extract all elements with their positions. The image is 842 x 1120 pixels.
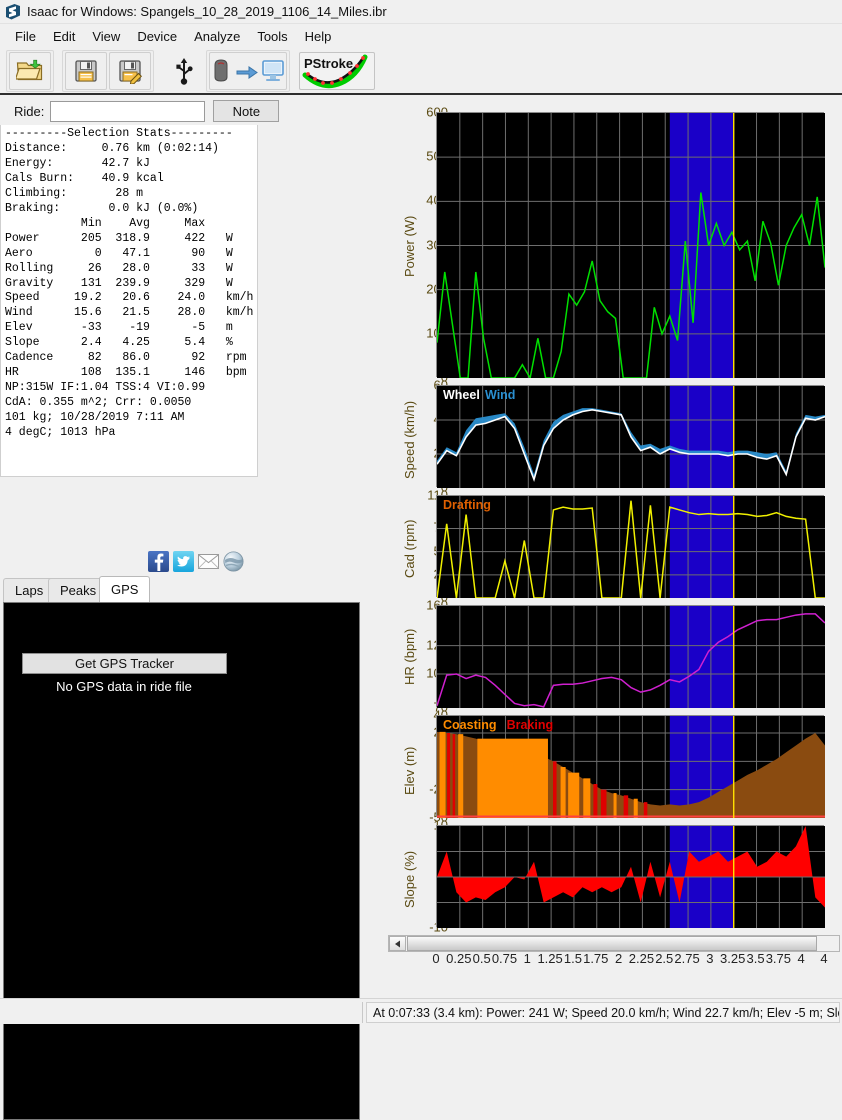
x-tick-label: 0.25 [446, 951, 471, 966]
legend-drafting: Drafting [443, 498, 491, 512]
menu-item-edit[interactable]: Edit [45, 27, 84, 46]
selection-stats-panel: ---------Selection Stats--------- Distan… [0, 125, 258, 477]
pstroke-button[interactable]: PStroke [299, 52, 375, 90]
ride-row: Ride: Note [0, 97, 366, 125]
get-gps-tracker-button[interactable]: Get GPS Tracker [22, 653, 227, 674]
floppy-disk-pencil-icon [117, 58, 143, 84]
x-tick-label: 2.75 [674, 951, 699, 966]
x-tick-label: 0 [432, 951, 439, 966]
isaac-main-window: Isaac for Windows: Spangels_10_28_2019_1… [0, 0, 842, 1024]
y-axis-label: Speed (km/h) [402, 401, 417, 479]
gps-panel: Get GPS Tracker No GPS data in ride file [3, 602, 360, 1120]
toolbar-group-file [6, 50, 54, 92]
selection-stats-text: ---------Selection Stats--------- Distan… [1, 125, 257, 441]
save-as-button[interactable] [109, 52, 151, 90]
menu-item-analyze[interactable]: Analyze [186, 27, 249, 46]
chart-horizontal-scrollbar[interactable] [388, 935, 840, 952]
scroll-left-arrow[interactable] [389, 936, 406, 951]
status-bar-left [0, 1002, 363, 1023]
status-bar-readout: At 0:07:33 (3.4 km): Power: 241 W; Speed… [366, 1002, 840, 1023]
slope-chart[interactable] [436, 825, 824, 927]
x-tick-label: 0.5 [473, 951, 491, 966]
floppy-disk-icon [73, 58, 99, 84]
left-pane: Ride: Note ---------Selection Stats-----… [0, 97, 366, 997]
toolbar: PStroke [0, 49, 842, 95]
toolbar-group-save [62, 50, 154, 92]
speed-chart[interactable]: Wheel Wind [436, 385, 824, 487]
x-tick-label: 2.5 [655, 951, 673, 966]
title-bar: Isaac for Windows: Spangels_10_28_2019_1… [0, 0, 842, 24]
x-tick-label: 4 [820, 951, 827, 966]
triangle-left-icon [394, 940, 402, 948]
facebook-icon[interactable] [148, 551, 169, 572]
download-from-device-button[interactable] [209, 52, 287, 90]
email-icon[interactable] [198, 551, 219, 572]
menu-item-file[interactable]: File [7, 27, 45, 46]
open-folder-icon [16, 58, 44, 84]
google-earth-icon[interactable] [223, 551, 244, 572]
legend-braking: Braking [507, 718, 554, 732]
chart-pane: 0100200300400500600Power (W)0204060Speed… [368, 97, 842, 998]
y-axis-label: Power (W) [402, 216, 417, 277]
open-file-button[interactable] [9, 52, 51, 90]
x-tick-label: 2.25 [629, 951, 654, 966]
isaac-logo-icon [4, 3, 22, 21]
x-tick-label: 1 [524, 951, 531, 966]
left-pane-tabs: Laps Peaks GPS [0, 576, 366, 602]
scroll-thumb[interactable] [407, 936, 817, 951]
x-tick-label: 3.75 [766, 951, 791, 966]
x-tick-label: 1.5 [564, 951, 582, 966]
toolbar-group-transfer [206, 50, 290, 92]
x-tick-label: 3 [706, 951, 713, 966]
x-tick-label: 4 [798, 951, 805, 966]
x-tick-label: 1.25 [537, 951, 562, 966]
y-axis-label: HR (bpm) [402, 628, 417, 684]
pstroke-logo-icon: PStroke [301, 53, 373, 89]
legend-coasting: Coasting [443, 718, 496, 732]
power-chart[interactable] [436, 112, 824, 377]
social-share-row [148, 549, 258, 573]
menu-item-help[interactable]: Help [297, 27, 341, 46]
usb-icon [174, 57, 194, 85]
ride-label: Ride: [14, 104, 44, 119]
x-tick-label: 3.5 [746, 951, 764, 966]
elevation-chart[interactable]: Coasting Braking [436, 715, 824, 817]
x-tick-label: 2 [615, 951, 622, 966]
save-button[interactable] [65, 52, 107, 90]
legend-wheel: Wheel [443, 388, 480, 402]
note-button[interactable]: Note [213, 100, 279, 122]
gps-status-message: No GPS data in ride file [4, 679, 244, 694]
usb-connect-button[interactable] [163, 52, 205, 90]
menu-item-device[interactable]: Device [129, 27, 186, 46]
window-title: Isaac for Windows: Spangels_10_28_2019_1… [27, 4, 387, 19]
y-axis-label: Slope (%) [402, 851, 417, 908]
cadence-chart[interactable]: Drafting [436, 495, 824, 597]
x-tick-label: 0.75 [492, 951, 517, 966]
tab-gps[interactable]: GPS [99, 576, 150, 602]
x-tick-label: 3.25 [720, 951, 745, 966]
svg-text:PStroke: PStroke [304, 56, 353, 71]
x-tick-label: 1.75 [583, 951, 608, 966]
menu-bar: File Edit View Device Analyze Tools Help [0, 25, 842, 48]
menu-item-view[interactable]: View [84, 27, 129, 46]
hr-chart[interactable] [436, 605, 824, 707]
legend-wind: Wind [485, 388, 515, 402]
y-axis-label: Elev (m) [402, 746, 417, 794]
menu-item-tools[interactable]: Tools [249, 27, 296, 46]
status-bar: At 0:07:33 (3.4 km): Power: 241 W; Speed… [0, 998, 842, 1024]
twitter-icon[interactable] [173, 551, 194, 572]
ride-input[interactable] [50, 101, 205, 122]
y-axis-label: Cad (rpm) [402, 520, 417, 579]
device-to-monitor-icon [211, 56, 285, 86]
